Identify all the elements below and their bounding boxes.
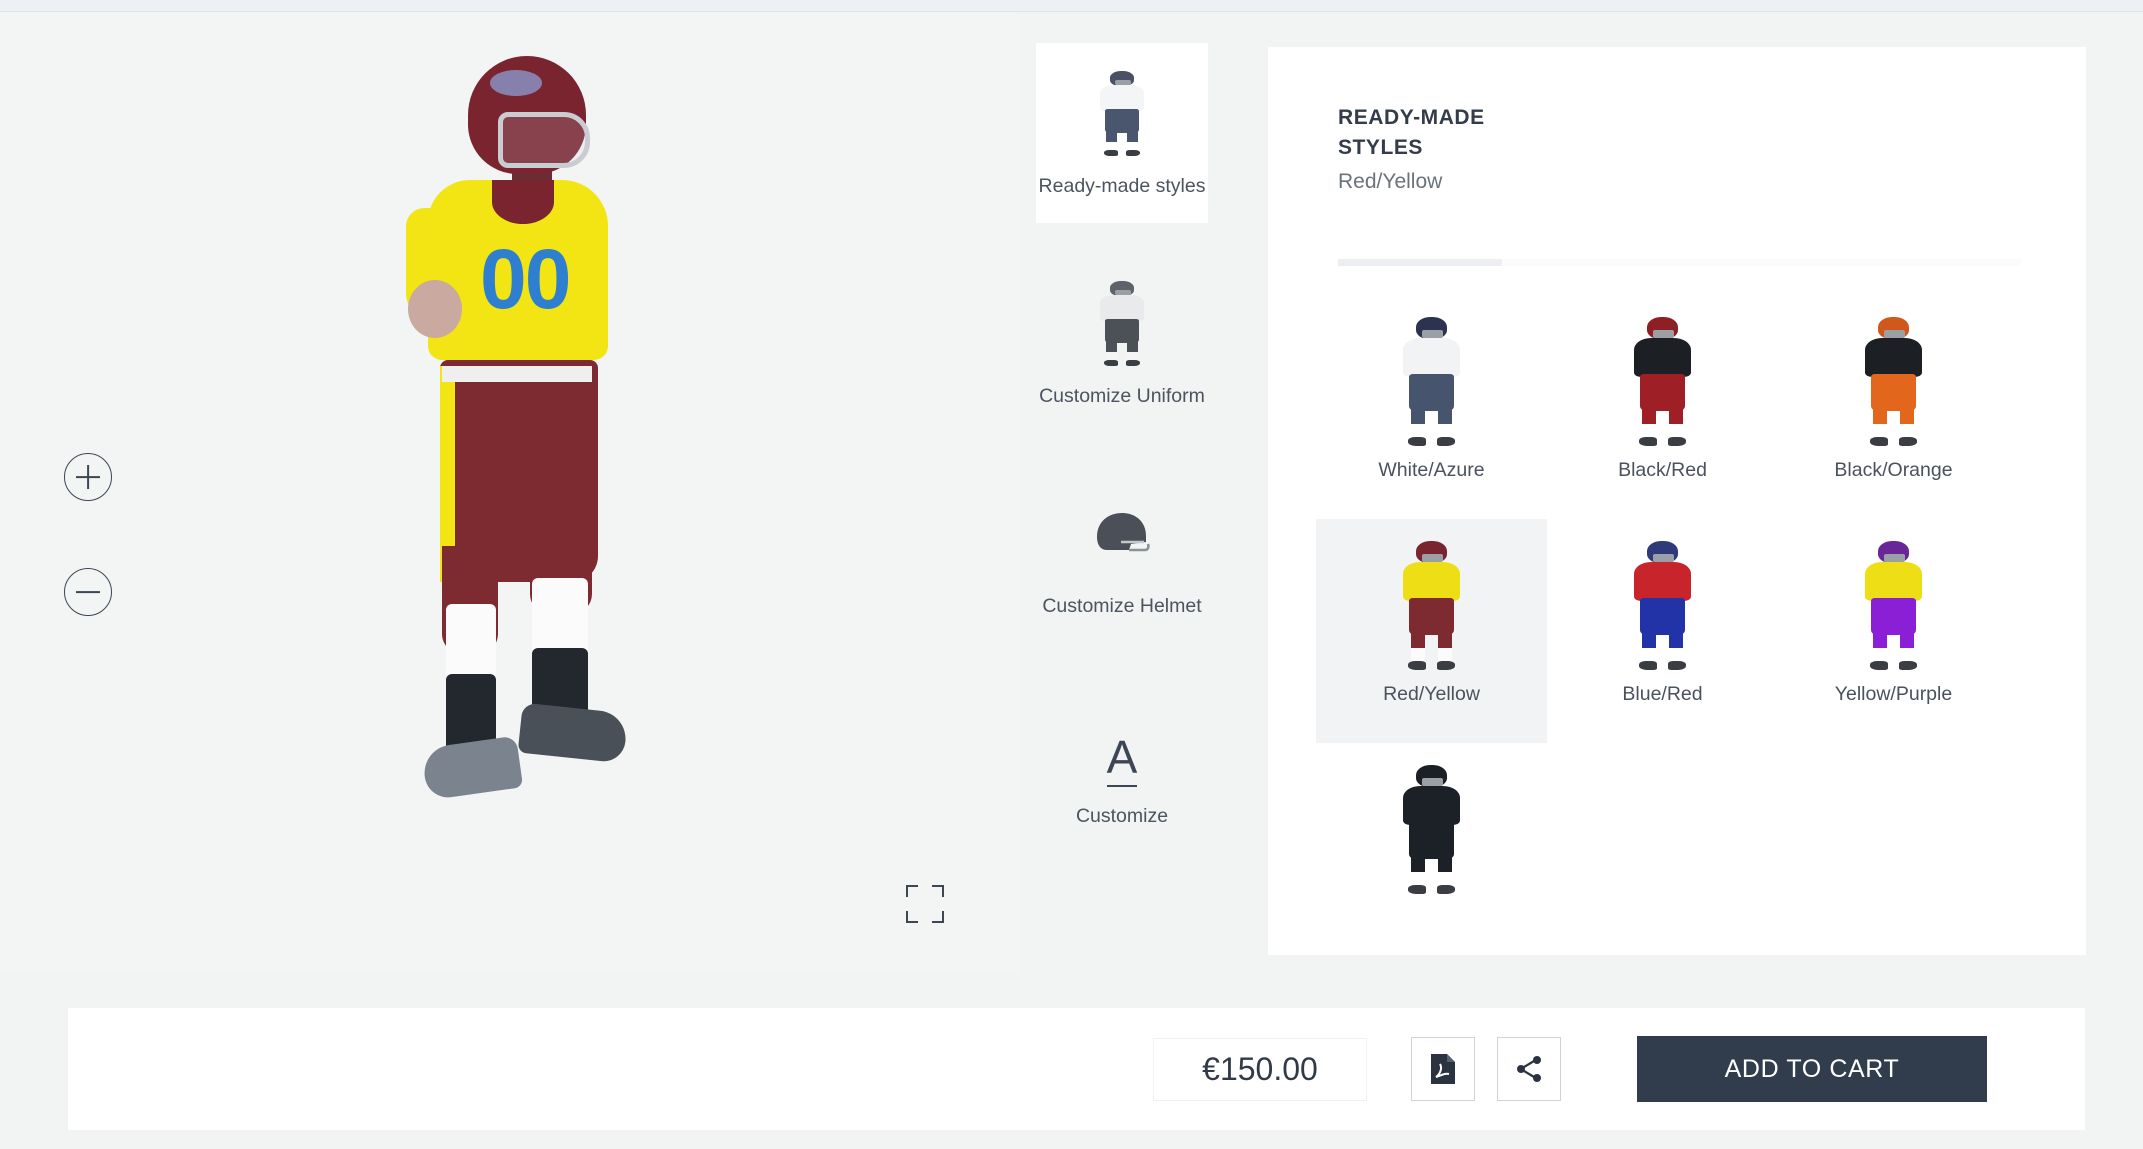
fullscreen-icon[interactable] — [906, 885, 944, 923]
helmet-glyph — [1097, 513, 1150, 552]
product-configurator-page: 00 Ready-made styles Customize Uniform C… — [0, 0, 2143, 1149]
player-figure: 00 — [380, 48, 710, 978]
share-button[interactable] — [1497, 1037, 1561, 1101]
player-3d-model[interactable]: 00 — [380, 48, 710, 978]
sidebar-item-label: Customize — [1075, 805, 1169, 827]
style-option-label: Blue/Red — [1622, 683, 1703, 705]
sidebar-item-label: Customize Uniform — [1039, 385, 1205, 407]
configurator-tab-rail: Ready-made styles Customize Uniform Cust… — [1036, 43, 1208, 923]
style-option-label: Black/Orange — [1834, 459, 1953, 481]
style-option[interactable]: Yellow/Purple — [1778, 519, 2009, 743]
pdf-icon — [1431, 1054, 1455, 1084]
style-thumbnail — [1384, 317, 1480, 447]
style-thumbnail — [1615, 317, 1711, 447]
sidebar-item-customize-helmet[interactable]: Customize Helmet — [1036, 463, 1208, 643]
letter-a-icon: A — [1085, 701, 1159, 787]
style-option[interactable] — [1316, 743, 1547, 935]
style-option-label: Black/Red — [1618, 459, 1707, 481]
sidebar-item-customize-uniform[interactable]: Customize Uniform — [1036, 253, 1208, 433]
player-white-icon — [1085, 71, 1159, 157]
sidebar-item-customize-text[interactable]: A Customize — [1036, 673, 1208, 853]
helmet-icon — [1085, 491, 1159, 577]
style-thumbnail — [1615, 541, 1711, 671]
progress-fill — [1338, 259, 1502, 266]
model-facemask — [498, 112, 590, 168]
purchase-bar: €150.00 ADD TO CART — [68, 1008, 2085, 1130]
model-hand-left — [408, 280, 462, 338]
model-sock-right — [532, 578, 588, 656]
sidebar-item-label: Customize Helmet — [1042, 595, 1202, 617]
style-option[interactable]: Black/Red — [1547, 295, 1778, 519]
panel-header: READY-MADE STYLES Red/Yellow — [1268, 47, 2086, 194]
model-collar — [492, 180, 554, 224]
style-thumbnail — [1384, 765, 1480, 895]
style-option[interactable]: Black/Orange — [1778, 295, 2009, 519]
options-panel: READY-MADE STYLES Red/Yellow White/Azure… — [1268, 47, 2086, 955]
style-option[interactable]: Red/Yellow — [1316, 519, 1547, 743]
letter-a-glyph: A — [1106, 734, 1138, 787]
fullscreen-corner-bl — [906, 911, 918, 923]
model-cleat-left — [420, 735, 524, 801]
fullscreen-corner-tl — [906, 885, 918, 897]
style-option-label: White/Azure — [1378, 459, 1485, 481]
sidebar-item-label: Ready-made styles — [1038, 175, 1206, 197]
zoom-controls — [64, 453, 112, 683]
top-strip — [0, 0, 2143, 12]
style-grid: White/Azure Black/Red Black/Orange Red/Yell… — [1316, 295, 2038, 935]
model-sock-left — [446, 604, 496, 682]
page-title: READY-MADE STYLES — [1338, 106, 1485, 160]
zoom-in-button[interactable] — [64, 453, 112, 501]
player-gray-icon — [1085, 281, 1159, 367]
style-option[interactable]: White/Azure — [1316, 295, 1547, 519]
style-grid-container: White/Azure Black/Red Black/Orange Red/Yell… — [1316, 295, 2038, 935]
style-thumbnail — [1384, 541, 1480, 671]
style-option-label: Yellow/Purple — [1834, 683, 1953, 705]
selected-style-label: Red/Yellow — [1338, 169, 1443, 193]
model-helmet-decal — [490, 70, 542, 96]
style-option-label: Red/Yellow — [1383, 683, 1480, 705]
price-display: €150.00 — [1153, 1037, 1367, 1101]
jersey-number: 00 — [480, 232, 571, 326]
style-option[interactable]: Blue/Red — [1547, 519, 1778, 743]
model-cleat-right — [517, 702, 629, 764]
style-thumbnail — [1846, 317, 1942, 447]
add-to-cart-button[interactable]: ADD TO CART — [1637, 1036, 1987, 1102]
share-icon — [1517, 1056, 1541, 1082]
model-belt — [442, 366, 592, 382]
zoom-out-button[interactable] — [64, 568, 112, 616]
style-thumbnail — [1846, 541, 1942, 671]
product-3d-viewer[interactable]: 00 — [0, 13, 1020, 973]
sidebar-item-ready-made-styles[interactable]: Ready-made styles — [1036, 43, 1208, 223]
fullscreen-corner-tr — [932, 885, 944, 897]
download-pdf-button[interactable] — [1411, 1037, 1475, 1101]
fullscreen-corner-br — [932, 911, 944, 923]
configurator-progress-bar — [1338, 259, 2021, 266]
